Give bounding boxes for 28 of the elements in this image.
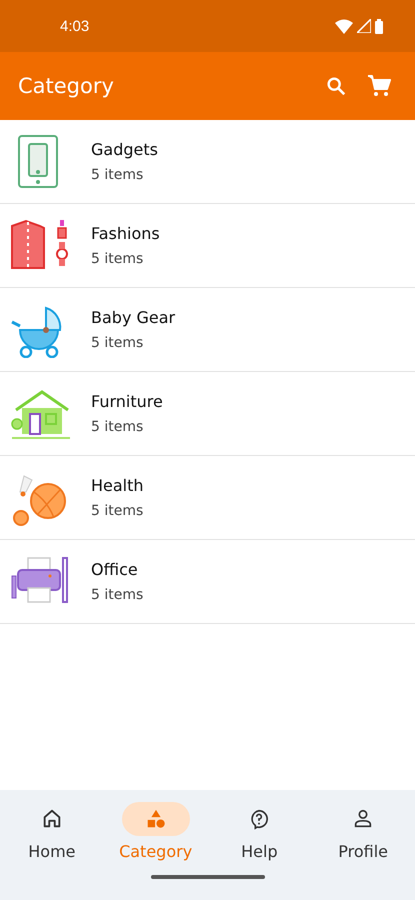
category-name: Gadgets	[91, 140, 158, 159]
category-name: Fashions	[91, 224, 160, 243]
item-count: 5 items	[91, 503, 144, 519]
search-icon	[325, 75, 347, 97]
signal-icon	[357, 19, 371, 33]
nav-tab[interactable]: Help	[208, 802, 312, 861]
category-row[interactable]: Fashions 5 items	[0, 204, 415, 288]
category-row[interactable]: Health 5 items	[0, 456, 415, 540]
status-time: 4:03	[60, 18, 90, 34]
category-row[interactable]: Gadgets 5 items	[0, 120, 415, 204]
item-count: 5 items	[91, 335, 144, 351]
item-count: 5 items	[91, 167, 144, 183]
category-name: Health	[91, 476, 144, 495]
item-count: 5 items	[91, 251, 144, 267]
category-name: Office	[91, 560, 139, 579]
category-row[interactable]: Office 5 items	[0, 540, 415, 624]
category-row[interactable]: Baby Gear 5 items	[0, 288, 415, 372]
item-count: 5 items	[91, 587, 144, 603]
category-name: Baby Gear	[91, 308, 176, 327]
cart-icon	[367, 74, 391, 98]
category-row[interactable]: Furniture 5 items	[0, 372, 415, 456]
wifi-icon	[335, 18, 353, 34]
nav-tab[interactable]: Home	[0, 802, 104, 861]
category-name: Furniture	[91, 392, 163, 411]
item-count: 5 items	[91, 419, 144, 435]
page-title: Category	[18, 74, 115, 98]
battery-icon	[375, 18, 383, 34]
nav-tab[interactable]: Profile	[311, 802, 415, 861]
